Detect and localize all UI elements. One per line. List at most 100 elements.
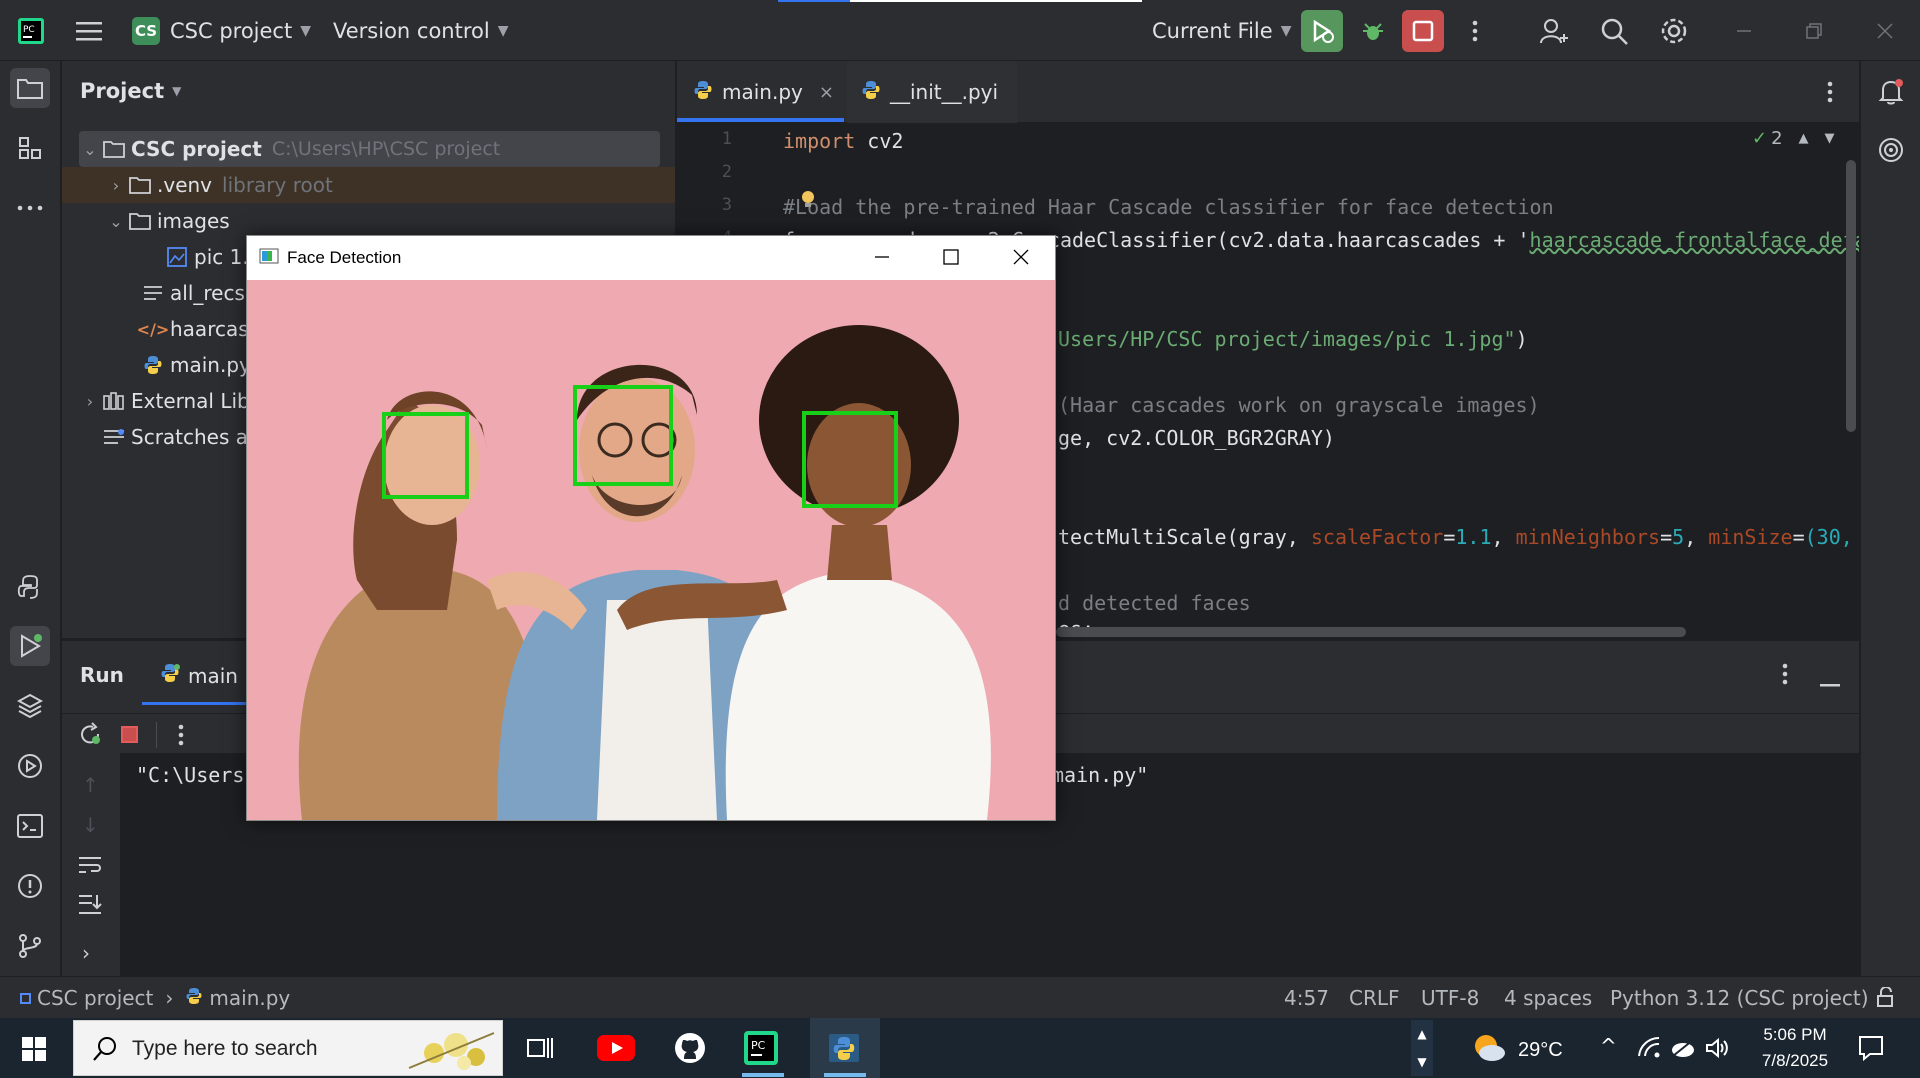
scroll-to-end-icon[interactable] [78,893,102,919]
minimize-window-icon[interactable] [1725,12,1762,49]
tab-label: main.py [722,80,803,104]
run-options-icon[interactable] [1782,663,1788,689]
python-interpreter[interactable]: Python 3.12 (CSC project) [1610,986,1869,1010]
search-highlight-image [404,1023,502,1077]
layers-icon[interactable] [10,686,50,726]
close-tab-icon[interactable]: × [819,82,834,103]
run-configuration-selector[interactable]: Current File ▼ [1152,0,1291,61]
tree-item-label: main.py [170,353,251,377]
editor-vertical-scrollbar[interactable] [1846,160,1856,432]
folder-icon [101,138,127,160]
face-detection-window[interactable]: Face Detection [246,235,1056,821]
youtube-icon[interactable] [597,1035,635,1065]
task-view-icon[interactable] [526,1036,554,1064]
services-icon[interactable] [10,746,50,786]
stop-button[interactable] [1402,10,1444,52]
line-separator[interactable]: CRLF [1349,986,1400,1010]
minimize-icon[interactable] [873,248,891,270]
breadcrumb-file[interactable]: main.py [209,986,290,1010]
search-icon[interactable] [1595,12,1632,49]
detected-faces-image [247,280,1055,820]
tab-options-icon[interactable] [1827,61,1833,123]
debug-bug-icon[interactable] [1354,12,1391,49]
github-icon[interactable] [674,1032,706,1068]
indent-setting[interactable]: 4 spaces [1504,986,1592,1010]
string-literal: haarcascade_frontalface_defa [1529,227,1859,252]
tree-item-venv[interactable]: › .venv library root [62,167,675,203]
scratches-icon [101,426,127,448]
chevron-down-icon[interactable]: ▼ [1825,131,1835,146]
chevron-up-icon[interactable]: ▲ [1799,131,1809,146]
folder-icon [127,174,153,196]
project-selector[interactable]: CS CSC project ▼ [132,0,311,61]
hide-panel-icon[interactable] [1820,673,1840,692]
weather-temperature: 29°C [1518,1038,1563,1061]
python-packages-icon[interactable] [10,567,50,607]
module-icon [20,992,31,1004]
python-file-icon [185,986,203,1010]
tab-init-pyi[interactable]: __init__.pyi [847,61,1017,123]
chevron-down-icon: ▼ [300,22,311,39]
lock-icon[interactable] [1875,986,1895,1012]
stop-icon[interactable] [121,726,138,743]
python-taskbar-button[interactable] [810,1018,880,1078]
chevron-right-icon: › [86,391,94,411]
tree-item-hint: library root [222,173,333,197]
more-tools-icon[interactable] [10,188,50,228]
rerun-button[interactable] [1301,10,1343,52]
pycharm-taskbar-icon[interactable]: PC [743,1030,779,1070]
inspection-widget[interactable]: ✓ 2 ▲ ▼ [1752,128,1835,149]
problems-icon[interactable] [10,866,50,906]
lightbulb-intention-icon[interactable] [801,190,815,214]
run-tool-icon[interactable] [10,626,50,666]
cloud-sync-icon[interactable] [1670,1038,1696,1062]
tree-item-images[interactable]: ⌄ images [105,203,718,239]
rerun-icon[interactable] [78,722,102,750]
wifi-icon[interactable] [1637,1036,1661,1062]
taskbar-scroll-icon[interactable]: ▲ ▼ [1411,1020,1433,1076]
more-actions-icon[interactable] [1456,12,1493,49]
run-tab-main[interactable]: main [160,655,238,697]
tree-item-csc-project[interactable]: ⌄ CSC project C:\Users\HP\CSC project [79,131,660,167]
code-with-me-icon[interactable] [1535,12,1572,49]
system-clock[interactable]: 5:06 PM 7/8/2025 [1749,1022,1841,1074]
settings-gear-icon[interactable] [1655,12,1692,49]
restore-window-icon[interactable] [1795,12,1832,49]
project-folder-icon[interactable] [10,68,50,108]
structure-icon[interactable] [10,128,50,168]
terminal-icon[interactable] [10,806,50,846]
file-encoding[interactable]: UTF-8 [1421,986,1479,1010]
taskbar-search-box[interactable]: Type here to search [73,1020,503,1076]
editor-horizontal-scrollbar[interactable] [1056,627,1686,637]
project-panel-header[interactable]: Project ▼ [80,79,181,103]
volume-icon[interactable] [1705,1037,1729,1063]
main-menu-icon[interactable] [70,12,107,49]
number-literal: (30, [1804,524,1853,549]
code-text: cv2 [855,128,904,153]
git-branch-icon[interactable] [10,926,50,966]
chevron-up-icon[interactable]: ^ [1600,1034,1617,1058]
scroll-down-icon[interactable]: ↓ [82,813,99,837]
face-window-titlebar[interactable]: Face Detection [247,236,1055,280]
scroll-up-icon[interactable]: ↑ [82,773,99,797]
weather-widget[interactable]: 29°C [1472,1032,1563,1068]
ai-assistant-icon[interactable] [1871,130,1911,170]
more-run-actions-icon[interactable] [178,724,184,750]
comment: #Load the pre-trained Haar Cascade class… [783,194,1554,219]
caret-position[interactable]: 4:57 [1284,986,1329,1010]
python-stub-icon [861,80,881,105]
close-window-icon[interactable] [1866,12,1903,49]
face-window-title: Face Detection [287,248,402,267]
chevron-right-icon[interactable]: › [82,941,90,965]
close-icon[interactable] [1012,248,1030,270]
tab-main-py[interactable]: main.py × [693,61,853,123]
maximize-icon[interactable] [942,248,960,270]
notifications-bell-icon[interactable] [1871,72,1911,112]
search-placeholder: Type here to search [132,1037,318,1060]
windows-start-icon[interactable] [22,1037,46,1065]
soft-wrap-icon[interactable] [78,855,102,879]
action-center-icon[interactable] [1858,1035,1884,1065]
version-control-menu[interactable]: Version control ▼ [333,0,508,61]
pycharm-logo-icon: PC [12,12,49,49]
breadcrumb-project[interactable]: CSC project [37,986,153,1010]
